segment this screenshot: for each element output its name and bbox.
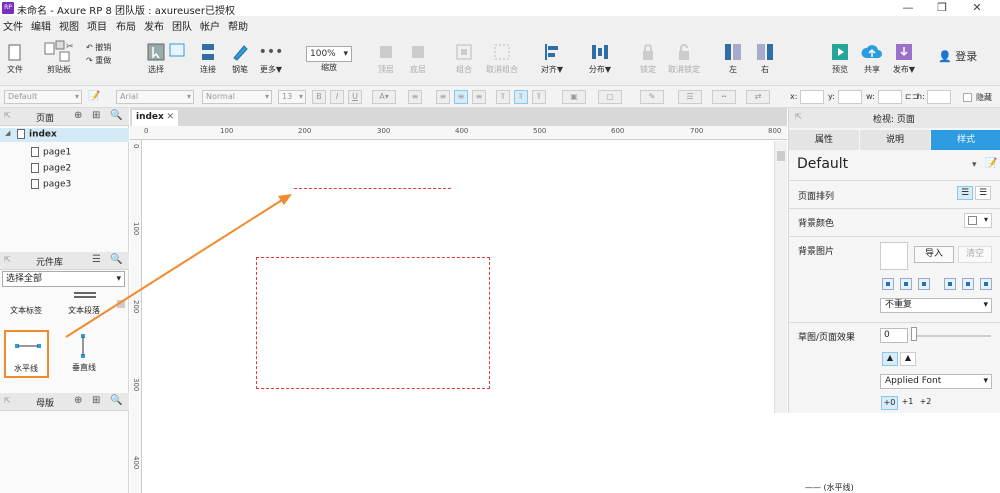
font-step-2-button[interactable]: +2 — [917, 396, 934, 410]
widget-list-item[interactable]: —— (水平线) — [805, 482, 854, 493]
img-align-center-icon[interactable] — [900, 278, 912, 290]
style-name: Default — [797, 156, 849, 172]
page-align-label: 页面排列 — [798, 192, 835, 202]
inspector-title: 检视: 页面 — [873, 115, 915, 125]
tab-properties[interactable]: 属性 — [789, 130, 859, 150]
sketch-slider[interactable] — [913, 335, 991, 337]
divider — [789, 322, 1000, 323]
grayscale-mode-icon[interactable]: ▲ — [900, 352, 916, 366]
style-edit-icon[interactable]: 📝 — [985, 158, 997, 169]
color-swatch — [968, 216, 977, 225]
divider — [789, 208, 1000, 209]
chevron-down-icon: ▾ — [983, 215, 988, 224]
img-align-right-icon[interactable] — [918, 278, 930, 290]
align-center-page-button[interactable]: ☰ — [975, 186, 991, 200]
sketch-label: 草图/页面效果 — [798, 333, 856, 343]
slider-handle[interactable] — [911, 327, 917, 341]
img-valign-middle-icon[interactable] — [962, 278, 974, 290]
img-align-left-icon[interactable] — [882, 278, 894, 290]
repeat-select[interactable]: 不重复 ▾ — [880, 298, 992, 313]
bg-color-picker[interactable]: ▾ — [964, 213, 992, 228]
font-step-0-button[interactable]: +0 — [881, 396, 898, 410]
bg-image-label: 背景图片 — [798, 247, 835, 257]
bg-image-preview — [880, 242, 908, 270]
img-valign-top-icon[interactable] — [944, 278, 956, 290]
chevron-down-icon: ▾ — [983, 300, 988, 310]
inspector-header: ⇱ 检视: 页面 — [789, 108, 1000, 128]
clear-button[interactable]: 清空 — [958, 246, 992, 263]
divider — [789, 236, 1000, 237]
divider — [789, 180, 1000, 181]
chevron-down-icon[interactable]: ▾ — [972, 160, 977, 170]
img-valign-bottom-icon[interactable] — [980, 278, 992, 290]
font-select[interactable]: Applied Font ▾ — [880, 374, 992, 389]
pin-icon[interactable]: ⇱ — [795, 112, 802, 121]
chevron-down-icon: ▾ — [983, 376, 988, 386]
tab-style[interactable]: 样式 — [931, 130, 1000, 150]
sketch-input[interactable]: 0 — [880, 328, 908, 343]
bg-color-label: 背景颜色 — [798, 219, 835, 229]
import-button[interactable]: 导入 — [914, 246, 954, 263]
inspector-panel: ⇱ 检视: 页面 属性 说明 样式 Default ▾ 📝 页面排列 ☰ ☰ 背… — [769, 108, 1000, 493]
bottom-pane — [769, 413, 1000, 493]
align-left-page-button[interactable]: ☰ — [957, 186, 973, 200]
font-step-1-button[interactable]: +1 — [899, 396, 916, 410]
color-mode-icon[interactable]: ▲ — [882, 352, 898, 366]
tab-notes[interactable]: 说明 — [860, 130, 930, 150]
